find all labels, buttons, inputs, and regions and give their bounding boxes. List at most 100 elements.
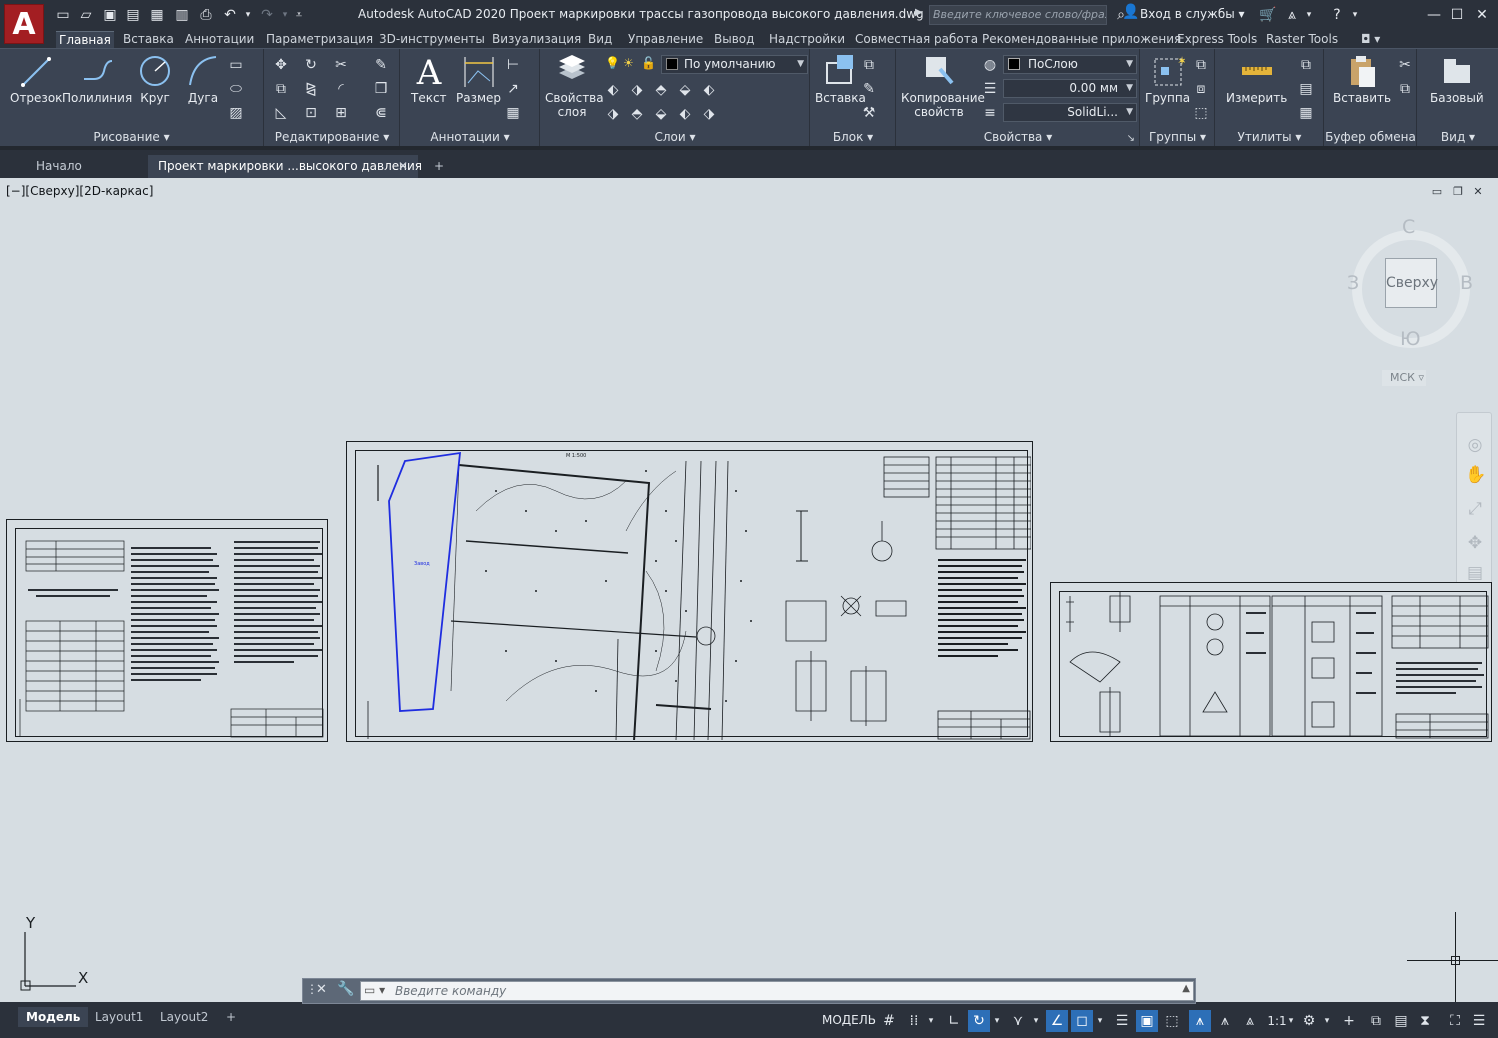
ribbon-minimize-icon[interactable]: ◘ ▾ (1358, 31, 1383, 47)
help-icon[interactable]: ? (1328, 6, 1346, 24)
create-block-icon[interactable]: ⧉ (859, 55, 879, 75)
grid-icon[interactable]: # (878, 1010, 900, 1032)
layout-tab-layout1[interactable]: Layout1 (87, 1007, 151, 1027)
zoom-extents-icon[interactable]: ⤢ (1465, 499, 1485, 519)
annotation-scale-icon[interactable]: ⩓ (1239, 1010, 1261, 1032)
tab-raster-tools[interactable]: Raster Tools (1263, 31, 1341, 47)
tab-manage[interactable]: Управление (625, 31, 706, 47)
orbit-icon[interactable]: ✥ (1465, 533, 1485, 553)
line-tool[interactable]: Отрезок (10, 53, 62, 105)
modify-panel-title[interactable]: Редактирование ▾ (265, 130, 399, 144)
help-dropdown-icon[interactable]: ▾ (1346, 6, 1364, 24)
plot-icon[interactable]: ⎙ (197, 6, 215, 24)
layer-tool-8-icon[interactable]: ⬙ (651, 104, 671, 124)
layer-tool-9-icon[interactable]: ⬖ (675, 104, 695, 124)
drawing-sheet-3[interactable] (1050, 582, 1492, 742)
compass-north-label[interactable]: С (1402, 216, 1415, 238)
groups-panel-title[interactable]: Группы ▾ (1141, 130, 1214, 144)
minimize-window-icon[interactable]: — (1424, 5, 1444, 25)
close-tab-icon[interactable]: ✕ (398, 155, 408, 178)
utilities-panel-title[interactable]: Утилиты ▾ (1216, 130, 1323, 144)
paste-tool[interactable]: Вставить (1333, 53, 1391, 105)
autoscale-icon[interactable]: ⩚ (1214, 1010, 1236, 1032)
tab-view[interactable]: Вид (585, 31, 615, 47)
group-select-icon[interactable]: ⬚ (1191, 103, 1211, 123)
workspace-dropdown-icon[interactable]: ▾ (1321, 1010, 1333, 1032)
base-view-tool[interactable]: Базовый (1430, 53, 1484, 105)
command-input[interactable]: ▭ ▾ Введите команду ▲ (360, 981, 1194, 1001)
drawing-canvas[interactable]: [−][Сверху][2D-каркас] ▭ ❐ ✕ Сверху С Ю … (0, 178, 1498, 1002)
group-tool[interactable]: ✶ Группа (1145, 53, 1190, 105)
compass-west-label[interactable]: З (1347, 272, 1359, 294)
tab-addins[interactable]: Надстройки (766, 31, 848, 47)
annotation-panel-title[interactable]: Аннотации ▾ (401, 130, 539, 144)
clean-screen-icon[interactable]: ⛶ (1444, 1010, 1466, 1032)
open-icon[interactable]: ▱ (77, 6, 95, 24)
command-expand-icon[interactable]: ▲ (1182, 983, 1190, 994)
stretch-icon[interactable]: ◺ (271, 103, 291, 123)
edit-block-icon[interactable]: ✎ (859, 79, 879, 99)
panel-launcher-icon[interactable]: ↘ (1127, 133, 1135, 144)
application-menu-button[interactable]: A (4, 4, 44, 44)
layer-dropdown[interactable]: По умолчанию ▼ (661, 55, 808, 74)
drawing-sheet-2[interactable]: Завод М 1:500 (346, 441, 1033, 742)
ucs-icon[interactable]: Y X (18, 914, 98, 994)
fillet-icon[interactable]: ◜ (331, 79, 351, 99)
view-panel-title[interactable]: Вид ▾ (1418, 130, 1498, 144)
tab-current-drawing[interactable]: Проект маркировки ...высокого давления ✕ (148, 155, 422, 178)
tab-3d-tools[interactable]: 3D-инструменты (376, 31, 488, 47)
isolate-objects-icon[interactable]: ⧗ (1414, 1010, 1436, 1032)
snap-mode-icon[interactable]: ⁞⁞ (903, 1010, 925, 1032)
group-edit-icon[interactable]: ⧈ (1191, 79, 1211, 99)
selection-cycling-icon[interactable]: ⬚ (1161, 1010, 1183, 1032)
new-icon[interactable]: ▭ (54, 6, 72, 24)
close-window-icon[interactable]: ✕ (1472, 5, 1492, 25)
circle-tool[interactable]: Круг (138, 53, 172, 105)
user-icon[interactable]: 👤 (1122, 4, 1139, 20)
mirror-icon[interactable]: ⧎ (301, 79, 321, 99)
viewport-close-icon[interactable]: ✕ (1471, 186, 1485, 198)
calculator-icon[interactable]: ▦ (1296, 103, 1316, 123)
annotation-monitor-icon[interactable]: + (1338, 1010, 1360, 1032)
layer-tool-3-icon[interactable]: ⬘ (651, 80, 671, 100)
tab-featured-apps[interactable]: Рекомендованные приложения (979, 31, 1184, 47)
viewcube[interactable]: Сверху С Ю З В МСК ▿ (1340, 216, 1480, 398)
cut-icon[interactable]: ✂ (1395, 55, 1415, 75)
viewport-restore-icon[interactable]: ❐ (1451, 186, 1465, 198)
layers-panel-title[interactable]: Слои ▾ (541, 130, 809, 144)
dimension-tool[interactable]: Размер (456, 53, 501, 105)
properties-panel-title[interactable]: Свойства ▾ (897, 130, 1139, 144)
new-tab-icon[interactable]: + (424, 155, 454, 178)
tab-collaborate[interactable]: Совместная работа (852, 31, 981, 47)
offset-icon[interactable]: ⋐ (371, 103, 391, 123)
compass-east-label[interactable]: В (1460, 272, 1473, 294)
layer-tool-4-icon[interactable]: ⬙ (675, 80, 695, 100)
tab-express-tools[interactable]: Express Tools (1174, 31, 1260, 47)
layer-tool-5-icon[interactable]: ⬖ (699, 80, 719, 100)
compass-south-label[interactable]: Ю (1400, 328, 1421, 350)
save-icon[interactable]: ▣ (101, 6, 119, 24)
snap-dropdown-icon[interactable]: ▾ (925, 1010, 937, 1032)
autodesk-a360-icon[interactable]: ⩓ (1283, 6, 1301, 24)
move-icon[interactable]: ✥ (271, 55, 291, 75)
cart-icon[interactable]: 🛒 (1259, 6, 1277, 24)
customize-wrench-icon[interactable]: 🔧 (337, 981, 354, 997)
copy-clip-icon[interactable]: ⧉ (1395, 79, 1415, 99)
object-snap-tracking-icon[interactable]: ∠ (1046, 1010, 1068, 1032)
tab-parametric[interactable]: Параметризация (263, 31, 376, 47)
color-dropdown[interactable]: ПоСлою ▼ (1003, 55, 1137, 74)
table-icon[interactable]: ▦ (503, 103, 523, 123)
osnap-dropdown-icon[interactable]: ▾ (1094, 1010, 1106, 1032)
draw-panel-title[interactable]: Рисование ▾ (0, 130, 263, 144)
transparency-icon[interactable]: ▣ (1136, 1010, 1158, 1032)
array-icon[interactable]: ⊞ (331, 103, 351, 123)
quick-select-icon[interactable]: ⧉ (1296, 55, 1316, 75)
match-properties-tool[interactable]: Копирование свойств (901, 53, 985, 119)
tab-start[interactable]: Начало (26, 155, 92, 178)
polyline-tool[interactable]: Полилиния (62, 53, 132, 105)
viewcube-top-face[interactable]: Сверху (1385, 258, 1438, 308)
layer-tool-7-icon[interactable]: ⬘ (627, 104, 647, 124)
add-layout-icon[interactable]: + (218, 1007, 244, 1027)
scale-dropdown-icon[interactable]: ▾ (1285, 1010, 1297, 1032)
text-tool[interactable]: A Текст (411, 53, 447, 105)
